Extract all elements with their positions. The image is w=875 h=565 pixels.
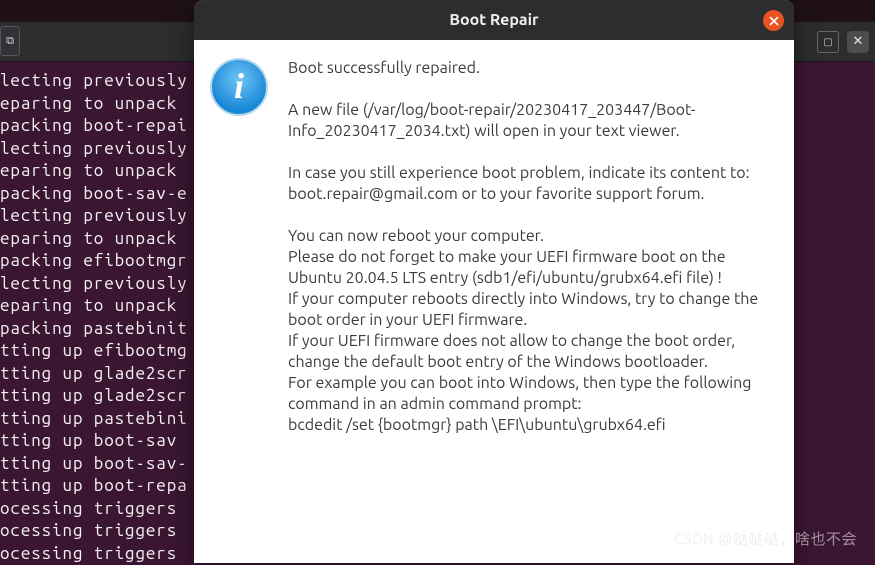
message-line: You can now reboot your computer. xyxy=(288,226,774,247)
message-line: For example you can boot into Windows, t… xyxy=(288,373,774,415)
info-icon: i xyxy=(210,58,268,116)
terminal-close-button[interactable]: ✕ xyxy=(847,31,869,53)
message-line: If your UEFI firmware does not allow to … xyxy=(288,331,774,373)
message-line: Please do not forget to make your UEFI f… xyxy=(288,247,774,289)
new-tab-icon: ⧉ xyxy=(6,35,14,48)
terminal-output: lecting previously eparing to unpack pac… xyxy=(0,70,188,565)
watermark: CSDN @哒哒哒，啥也不会 xyxy=(674,528,857,549)
close-icon: ✕ xyxy=(853,34,864,49)
message-line: A new file (/var/log/boot-repair/2023041… xyxy=(288,100,774,142)
message-line: boot.repair@gmail.com or to your favorit… xyxy=(288,184,774,205)
boot-repair-dialog: Boot Repair i Boot successfully repaired… xyxy=(194,0,794,563)
dialog-titlebar[interactable]: Boot Repair xyxy=(194,0,794,40)
dialog-close-button[interactable] xyxy=(763,10,784,31)
maximize-icon: ▢ xyxy=(823,36,832,48)
close-icon xyxy=(769,16,779,26)
message-line: In case you still experience boot proble… xyxy=(288,163,774,184)
dialog-title: Boot Repair xyxy=(449,11,538,29)
message-line: If your computer reboots directly into W… xyxy=(288,289,774,331)
message-line: bcdedit /set {bootmgr} path \EFI\ubuntu\… xyxy=(288,415,774,436)
dialog-message: Boot successfully repaired. A new file (… xyxy=(288,58,774,563)
message-line: Boot successfully repaired. xyxy=(288,58,774,79)
new-tab-button[interactable]: ⧉ xyxy=(0,26,20,56)
maximize-button[interactable]: ▢ xyxy=(817,31,839,53)
dialog-icon-column: i xyxy=(210,58,268,563)
dialog-body: i Boot successfully repaired. A new file… xyxy=(194,40,794,563)
